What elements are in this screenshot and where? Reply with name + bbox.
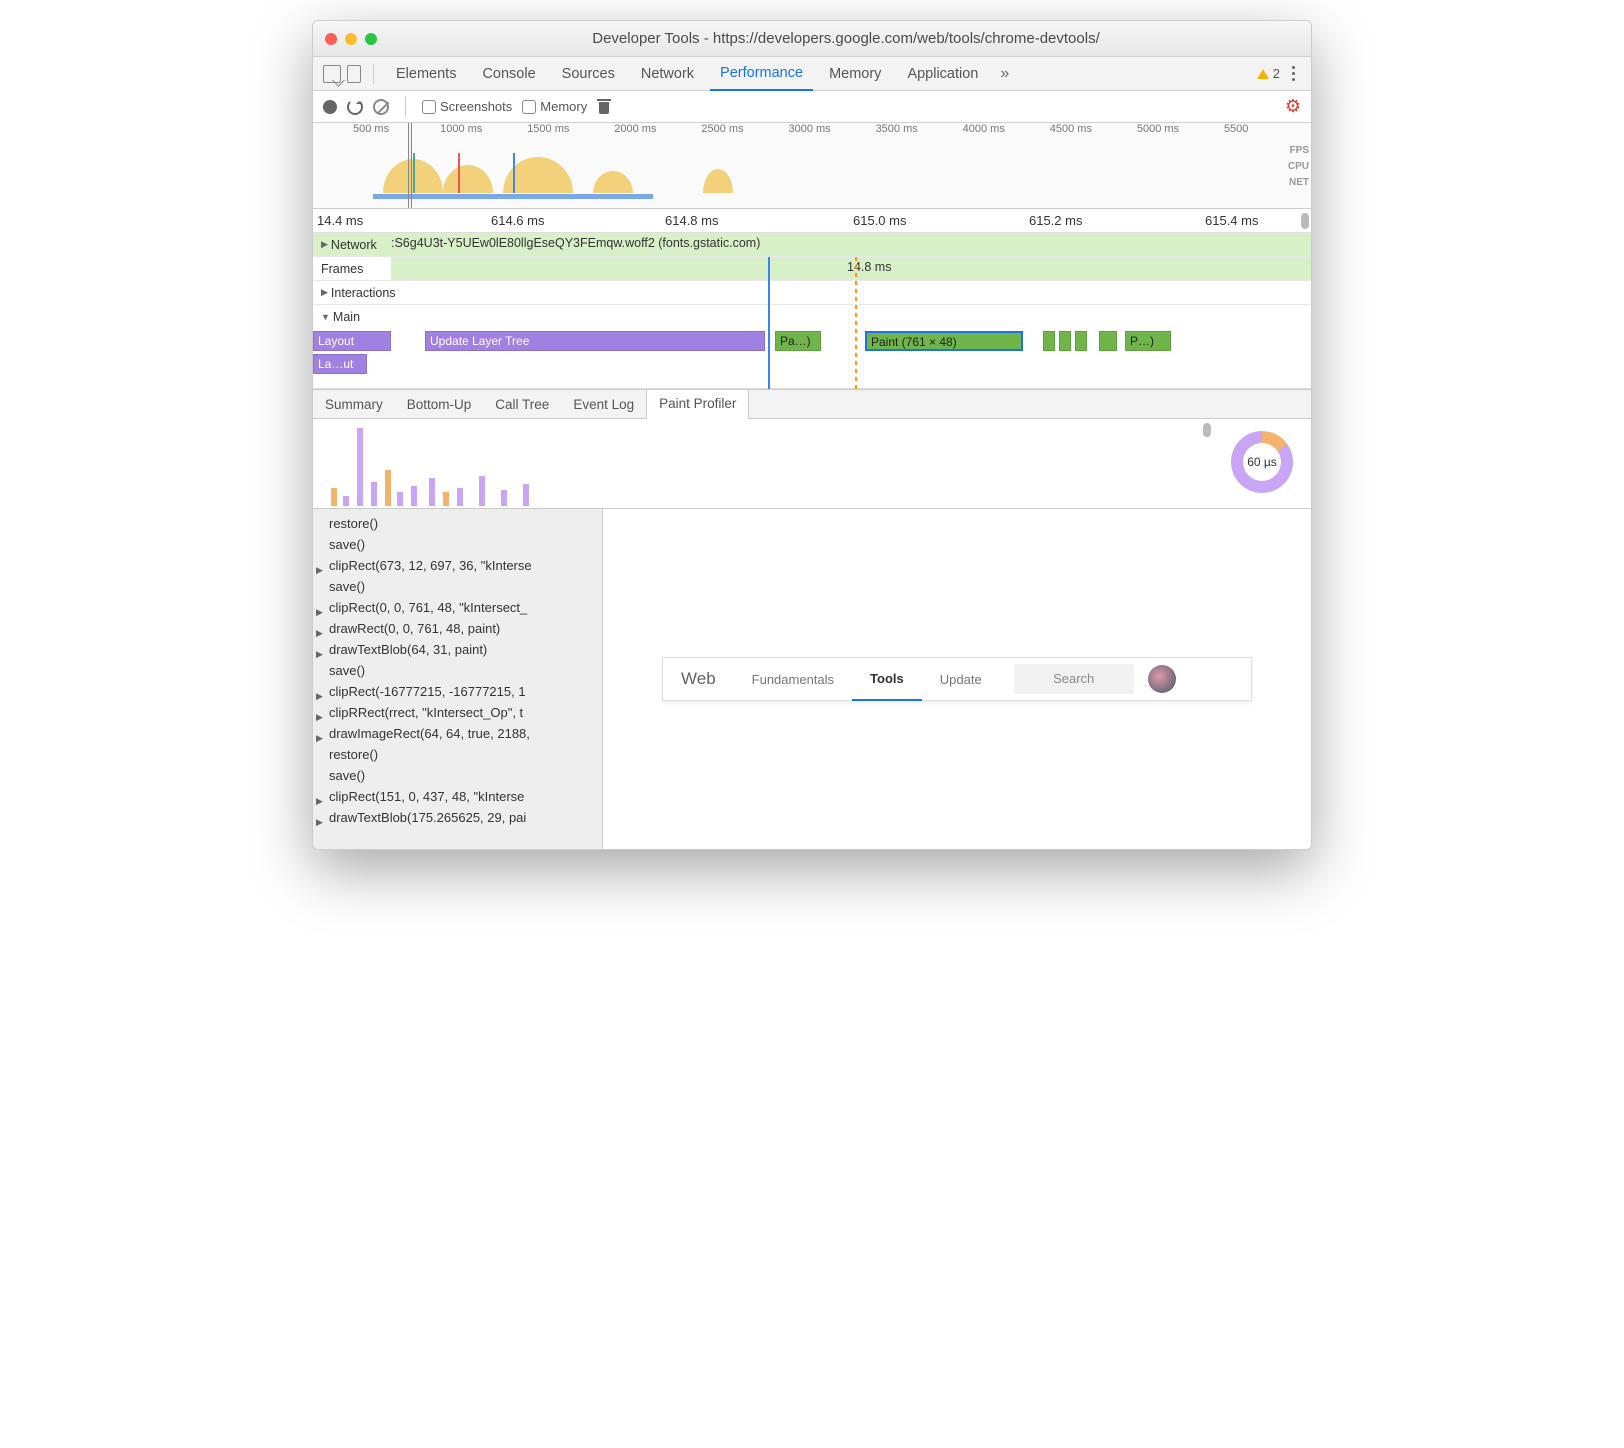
paint-command[interactable]: ▶drawImageRect(64, 64, true, 2188, — [313, 723, 602, 744]
timeline-marker-blue — [768, 257, 770, 389]
separator — [373, 64, 374, 84]
paint-bar-small[interactable]: Pa…) — [775, 331, 821, 351]
layout-bar[interactable]: Layout — [313, 331, 391, 351]
tab-performance[interactable]: Performance — [710, 57, 813, 91]
flame-chart-area[interactable]: ▶Network :S6g4U3t-Y5UEw0lE80llgEseQY3FEm… — [313, 233, 1311, 389]
scrollbar-thumb[interactable] — [1301, 213, 1309, 229]
tab-console[interactable]: Console — [472, 57, 545, 91]
timing-donut: 60 µs — [1231, 431, 1293, 493]
close-icon[interactable] — [325, 33, 337, 45]
nav-web[interactable]: Web — [663, 657, 734, 701]
titlebar[interactable]: Developer Tools - https://developers.goo… — [313, 21, 1311, 57]
paint-command[interactable]: ▶clipRect(-16777215, -16777215, 1 — [313, 681, 602, 702]
screenshots-checkbox[interactable]: Screenshots — [422, 99, 512, 114]
paint-command[interactable]: ▶clipRect(673, 12, 697, 36, "kInterse — [313, 555, 602, 576]
overview-pane[interactable]: 500 ms1000 ms 1500 ms2000 ms 2500 ms3000… — [313, 123, 1311, 209]
paint-command[interactable]: save() — [313, 534, 602, 555]
donut-label: 60 µs — [1247, 455, 1277, 469]
network-request[interactable]: :S6g4U3t-Y5UEw0lE80llgEseQY3FEmqw.woff2 … — [391, 236, 760, 250]
inspect-icon[interactable] — [323, 65, 341, 83]
overview-selection[interactable] — [408, 123, 412, 208]
network-track-label[interactable]: ▶Network — [313, 233, 391, 256]
checkbox-icon — [422, 100, 436, 114]
performance-toolbar: Screenshots Memory ⚙ — [313, 91, 1311, 123]
subtab-bottom-up[interactable]: Bottom-Up — [395, 389, 484, 419]
subtab-event-log[interactable]: Event Log — [561, 389, 646, 419]
update-layer-tree-bar[interactable]: Update Layer Tree — [425, 331, 765, 351]
main-tabs: Elements Console Sources Network Perform… — [313, 57, 1311, 91]
paint-preview: Web Fundamentals Tools Update Search — [603, 509, 1311, 849]
warning-badge[interactable]: 2 — [1257, 66, 1280, 81]
timeline-marker-orange — [855, 257, 857, 389]
paint-command[interactable]: save() — [313, 660, 602, 681]
paint-command[interactable]: ▶clipRect(151, 0, 437, 48, "kInterse — [313, 786, 602, 807]
record-icon[interactable] — [323, 100, 337, 114]
clear-icon[interactable] — [373, 99, 389, 115]
lane-labels: FPSCPUNET — [1288, 143, 1309, 191]
paint-profiler-strip[interactable]: 60 µs — [313, 419, 1311, 509]
gear-icon[interactable]: ⚙ — [1285, 96, 1301, 117]
frame-duration[interactable]: 14.8 ms — [847, 260, 891, 274]
nav-updates[interactable]: Update — [922, 657, 1000, 701]
minimize-icon[interactable] — [345, 33, 357, 45]
tab-elements[interactable]: Elements — [386, 57, 466, 91]
paint-profiler-bottom: restore()save()▶clipRect(673, 12, 697, 3… — [313, 509, 1311, 849]
overview-ruler: 500 ms1000 ms 1500 ms2000 ms 2500 ms3000… — [313, 123, 1311, 141]
paint-commands-list[interactable]: restore()save()▶clipRect(673, 12, 697, 3… — [313, 509, 603, 849]
tab-application[interactable]: Application — [897, 57, 988, 91]
paint-bar[interactable] — [1059, 331, 1071, 351]
maximize-icon[interactable] — [365, 33, 377, 45]
paint-command[interactable]: ▶drawRect(0, 0, 761, 48, paint) — [313, 618, 602, 639]
nav-tools[interactable]: Tools — [852, 657, 922, 701]
paint-command[interactable]: save() — [313, 765, 602, 786]
cpu-graph — [373, 153, 833, 193]
more-tabs-icon[interactable]: » — [994, 65, 1015, 83]
window-controls — [325, 33, 377, 45]
detail-ruler[interactable]: 14.4 ms 614.6 ms 614.8 ms 615.0 ms 615.2… — [313, 209, 1311, 233]
window-title: Developer Tools - https://developers.goo… — [393, 30, 1299, 47]
trash-icon[interactable] — [597, 99, 611, 115]
paint-command[interactable]: ▶drawTextBlob(64, 31, paint) — [313, 639, 602, 660]
device-toggle-icon[interactable] — [347, 65, 361, 83]
main-track-label[interactable]: ▼Main — [313, 305, 391, 329]
tab-memory[interactable]: Memory — [819, 57, 891, 91]
warning-icon — [1257, 69, 1269, 79]
layout-bar-nested[interactable]: La…ut — [313, 354, 367, 374]
paint-command[interactable]: ▶clipRect(0, 0, 761, 48, "kIntersect_ — [313, 597, 602, 618]
interactions-track-label[interactable]: ▶Interactions — [313, 281, 391, 304]
tab-sources[interactable]: Sources — [552, 57, 625, 91]
checkbox-icon — [522, 100, 536, 114]
nav-search[interactable]: Search — [1014, 664, 1134, 694]
subtab-summary[interactable]: Summary — [313, 389, 395, 419]
devtools-window: Developer Tools - https://developers.goo… — [312, 20, 1312, 850]
detail-sub-tabs: Summary Bottom-Up Call Tree Event Log Pa… — [313, 389, 1311, 419]
paint-command[interactable]: ▶clipRRect(rrect, "kIntersect_Op", t — [313, 702, 602, 723]
subtab-paint-profiler[interactable]: Paint Profiler — [646, 390, 749, 420]
paint-bar-selected[interactable]: Paint (761 × 48) — [865, 331, 1023, 351]
reload-icon[interactable] — [347, 99, 363, 115]
scrollbar-thumb[interactable] — [1203, 423, 1211, 437]
memory-checkbox[interactable]: Memory — [522, 99, 587, 114]
frames-track-label[interactable]: Frames — [313, 257, 391, 280]
paint-bar[interactable] — [1075, 331, 1087, 351]
paint-command[interactable]: restore() — [313, 513, 602, 534]
subtab-call-tree[interactable]: Call Tree — [483, 389, 561, 419]
paint-bar[interactable] — [1043, 331, 1055, 351]
tab-network[interactable]: Network — [631, 57, 704, 91]
nav-fundamentals[interactable]: Fundamentals — [734, 657, 852, 701]
preview-navbar: Web Fundamentals Tools Update Search — [662, 657, 1252, 701]
paint-command[interactable]: save() — [313, 576, 602, 597]
avatar[interactable] — [1148, 665, 1176, 693]
paint-command[interactable]: restore() — [313, 744, 602, 765]
paint-bar[interactable] — [1099, 331, 1117, 351]
paint-command[interactable]: ▶drawTextBlob(175.265625, 29, pai — [313, 807, 602, 828]
warning-count: 2 — [1273, 66, 1280, 81]
paint-bar-p[interactable]: P…) — [1125, 331, 1171, 351]
separator — [405, 97, 406, 117]
kebab-menu-icon[interactable] — [1286, 66, 1301, 81]
